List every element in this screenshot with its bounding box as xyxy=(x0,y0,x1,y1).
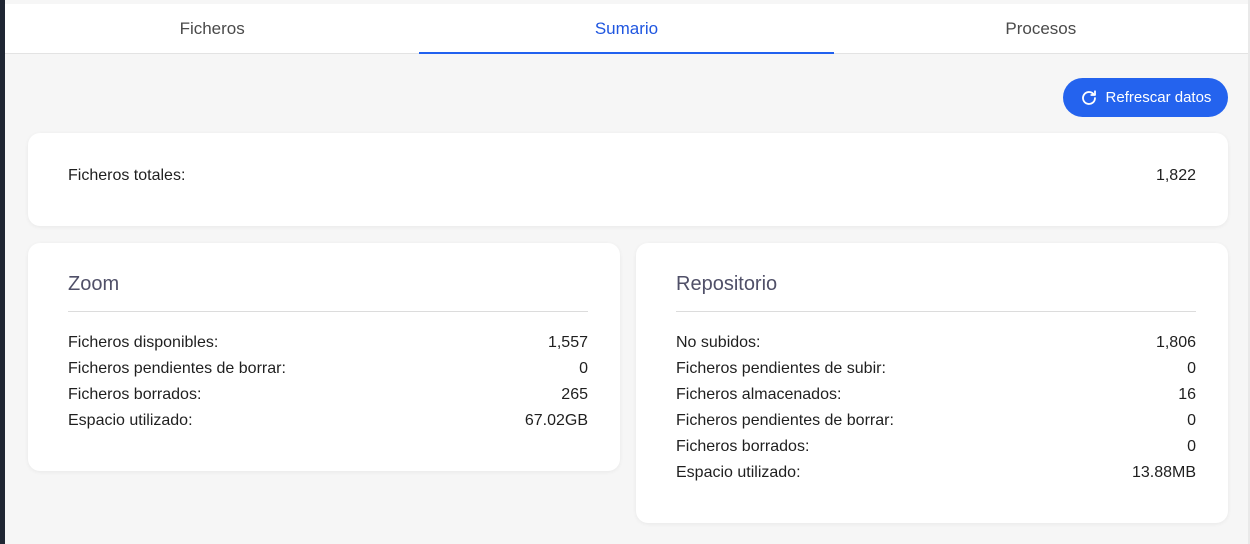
refresh-data-label: Refrescar datos xyxy=(1105,89,1212,106)
left-edge-strip xyxy=(0,0,5,544)
stat-label: Ficheros pendientes de borrar: xyxy=(676,412,894,429)
zoom-divider xyxy=(68,311,588,312)
tab-sumario[interactable]: Sumario xyxy=(419,4,834,54)
repositorio-stats: No subidos: 1,806 Ficheros pendientes de… xyxy=(676,330,1196,486)
zoom-title: Zoom xyxy=(68,273,120,295)
repositorio-card: Repositorio No subidos: 1,806 Ficheros p… xyxy=(636,243,1228,523)
stat-label: Ficheros borrados: xyxy=(68,386,202,403)
refresh-data-button[interactable]: Refrescar datos xyxy=(1063,78,1228,117)
stat-label: Ficheros pendientes de subir: xyxy=(676,360,886,377)
stat-value: 1,557 xyxy=(547,334,588,351)
tab-procesos[interactable]: Procesos xyxy=(834,4,1248,53)
stat-row: Espacio utilizado: 67.02GB xyxy=(68,408,588,434)
total-files-card: Ficheros totales: 1,822 xyxy=(28,133,1228,226)
tab-ficheros[interactable]: Ficheros xyxy=(5,4,419,53)
stat-label: Espacio utilizado: xyxy=(676,464,801,481)
repositorio-title: Repositorio xyxy=(676,273,778,295)
stat-label: Ficheros borrados: xyxy=(676,438,810,455)
stat-row: Ficheros borrados: 265 xyxy=(68,382,588,408)
stat-value: 0 xyxy=(1187,360,1196,377)
stat-value: 0 xyxy=(579,360,588,377)
stat-value: 13.88MB xyxy=(1131,464,1196,481)
stat-label: Espacio utilizado: xyxy=(68,412,193,429)
stat-row: Ficheros pendientes de borrar: 0 xyxy=(68,356,588,382)
zoom-stats: Ficheros disponibles: 1,557 Ficheros pen… xyxy=(68,330,588,434)
stat-row: Ficheros pendientes de borrar: 0 xyxy=(676,408,1196,434)
stat-row: Ficheros pendientes de subir: 0 xyxy=(676,356,1196,382)
stat-value: 1,806 xyxy=(1155,334,1196,351)
repositorio-divider xyxy=(676,311,1196,312)
stat-value: 0 xyxy=(1187,438,1196,455)
total-files-value: 1,822 xyxy=(1155,167,1196,184)
tab-bar: Ficheros Sumario Procesos xyxy=(5,4,1248,54)
zoom-card: Zoom Ficheros disponibles: 1,557 Fichero… xyxy=(28,243,620,471)
stat-value: 16 xyxy=(1178,386,1196,403)
stat-row: Espacio utilizado: 13.88MB xyxy=(676,460,1196,486)
stat-label: Ficheros disponibles: xyxy=(68,334,219,351)
stat-value: 0 xyxy=(1187,412,1196,429)
stat-value: 67.02GB xyxy=(524,412,588,429)
stat-label: No subidos: xyxy=(676,334,761,351)
stat-row: Ficheros disponibles: 1,557 xyxy=(68,330,588,356)
total-files-row: Ficheros totales: 1,822 xyxy=(68,163,1196,189)
stat-value: 265 xyxy=(561,386,588,403)
stat-row: Ficheros borrados: 0 xyxy=(676,434,1196,460)
stat-label: Ficheros almacenados: xyxy=(676,386,842,403)
stat-row: No subidos: 1,806 xyxy=(676,330,1196,356)
refresh-icon xyxy=(1080,89,1098,107)
stat-row: Ficheros almacenados: 16 xyxy=(676,382,1196,408)
stat-label: Ficheros pendientes de borrar: xyxy=(68,360,286,377)
total-files-label: Ficheros totales: xyxy=(68,167,186,184)
